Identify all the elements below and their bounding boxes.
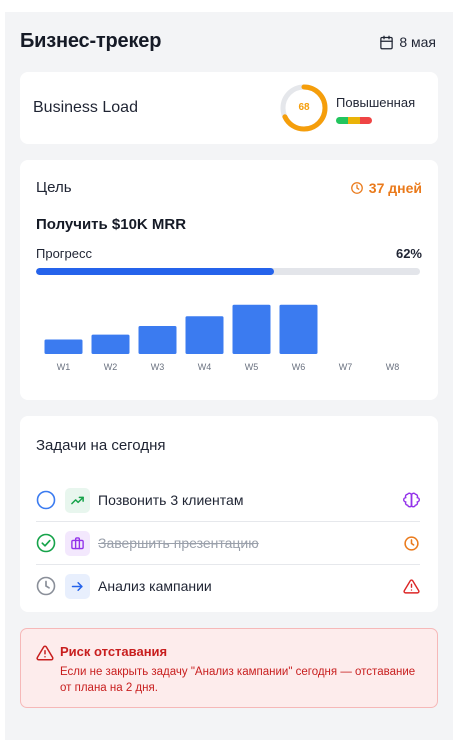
calendar-icon [380, 35, 394, 49]
divider [36, 564, 420, 565]
app-window: Бизнес-трекер 8 мая Business Load 68 Пов… [5, 12, 453, 740]
chart-bar-w4 [185, 316, 224, 354]
load-level-bar [336, 117, 372, 124]
warning-icon [36, 645, 54, 661]
warning-icon [403, 579, 420, 594]
tasks-heading: Задачи на сегодня [36, 437, 166, 454]
goal-card: Цель 37 дней Получить $10K MRR Прогресс … [20, 160, 438, 400]
chart-tick-label: W2 [104, 362, 118, 372]
brain-icon [403, 492, 420, 508]
arrow-right-icon [65, 574, 90, 599]
chart-bar-w1 [44, 339, 83, 354]
chart-tick-label: W1 [57, 362, 71, 372]
progress-bar [36, 268, 420, 275]
goal-title: Получить $10K MRR [36, 216, 187, 233]
date-display[interactable]: 8 мая [379, 34, 436, 50]
business-load-label: Business Load [33, 99, 138, 116]
chart-tick-label: W6 [292, 362, 306, 372]
weekly-bar-chart: W1 W2 W3 W4 W5 W6 W7 W8 [44, 304, 400, 372]
risk-alert: Риск отставания Если не закрыть задачу "… [20, 628, 438, 708]
progress-bar-fill [36, 268, 275, 275]
load-value: 68 [298, 102, 310, 113]
goal-heading: Цель [36, 179, 72, 196]
chart-bar-w3 [138, 325, 177, 354]
briefcase-icon [65, 531, 90, 556]
task-text: Позвонить 3 клиентам [98, 492, 244, 508]
chart-tick-label: W7 [339, 362, 353, 372]
load-level-text: Повышенная [336, 95, 416, 110]
task-item[interactable]: Позвонить 3 клиентам [36, 480, 420, 522]
status-done-icon[interactable] [36, 533, 56, 553]
level-segment-high [360, 117, 372, 124]
trend-up-icon [65, 488, 90, 513]
chart-bar-w2 [91, 334, 130, 354]
divider [36, 521, 420, 522]
task-text: Анализ кампании [98, 578, 212, 594]
page-title: Бизнес-трекер [20, 30, 162, 52]
tasks-card: Задачи на сегодня Позвонить 3 клиентам З… [20, 416, 438, 612]
progress-percent: 62% [395, 246, 422, 261]
chart-tick-label: W3 [151, 362, 165, 372]
days-left-text: 37 дней [368, 180, 422, 196]
progress-label: Прогресс [36, 246, 93, 261]
chart-bar-w5 [232, 304, 271, 354]
alert-text: Если не закрыть задачу "Анализ кампании"… [60, 666, 416, 694]
status-open-icon[interactable] [36, 490, 56, 510]
header: Бизнес-трекер 8 мая [20, 30, 438, 58]
level-segment-mid [348, 117, 360, 124]
days-left-badge: 37 дней [350, 180, 422, 196]
chart-bar-w6 [279, 304, 318, 354]
level-segment-low [336, 117, 348, 124]
clock-icon [350, 182, 363, 194]
task-item[interactable]: Анализ кампании [36, 566, 420, 608]
status-waiting-icon[interactable] [36, 576, 56, 596]
chart-tick-label: W4 [198, 362, 212, 372]
task-text: Завершить презентацию [98, 535, 259, 551]
chart-tick-label: W8 [386, 362, 400, 372]
task-item[interactable]: Завершить презентацию [36, 523, 420, 565]
date-text: 8 мая [399, 34, 436, 50]
alert-title: Риск отставания [60, 644, 168, 659]
clock-icon [404, 536, 419, 551]
business-load-card: Business Load 68 Повышенная [20, 72, 438, 144]
chart-tick-label: W5 [245, 362, 259, 372]
